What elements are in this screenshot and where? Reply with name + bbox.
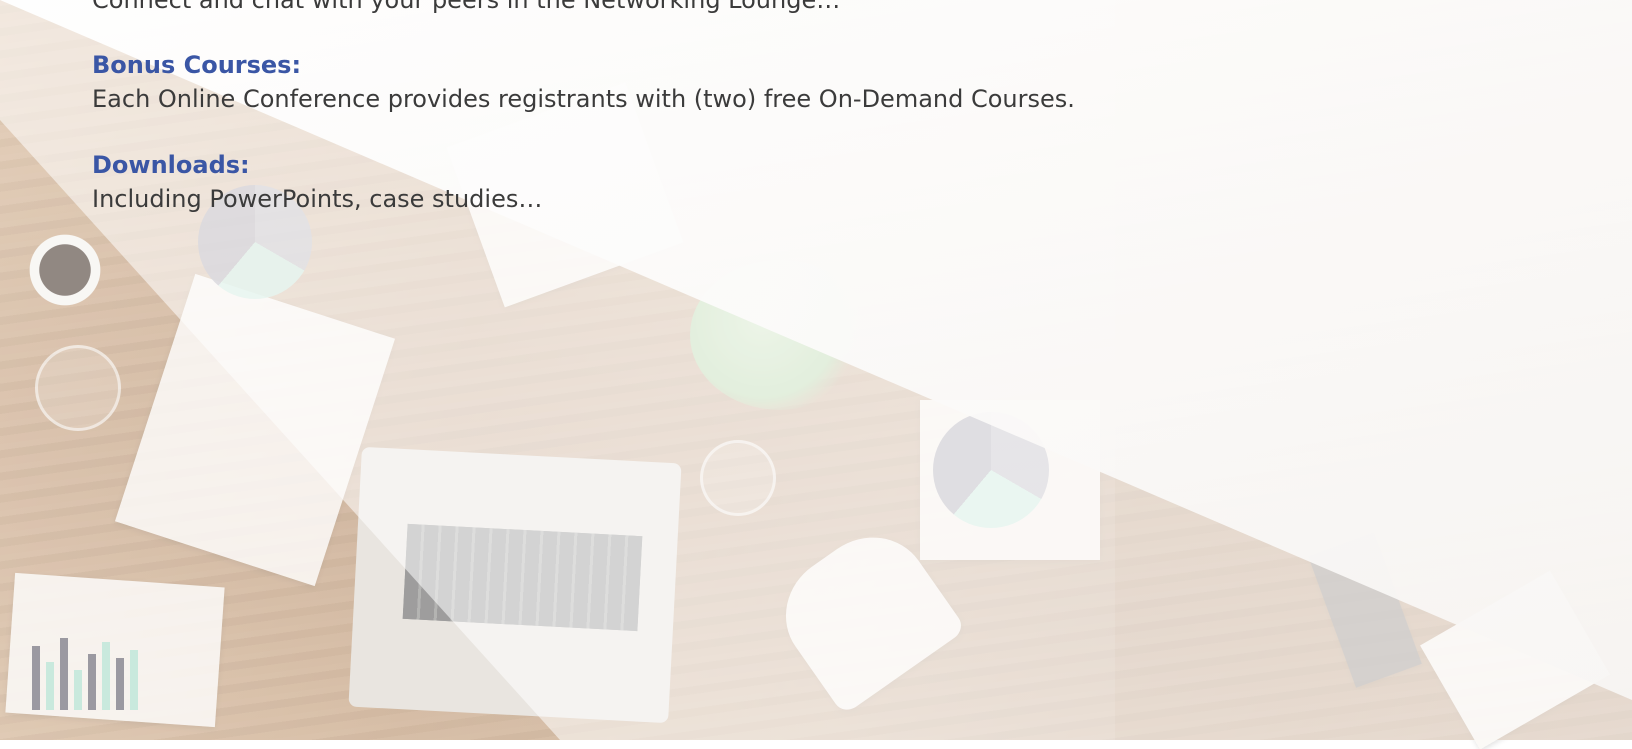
bonus-courses-heading: Bonus Courses: — [92, 51, 302, 79]
downloads-heading: Downloads: — [92, 151, 250, 179]
intro-text: Connect and chat with your peers in the … — [92, 0, 841, 14]
downloads-text: Including PowerPoints, case studies… — [92, 185, 543, 213]
bonus-courses-text: Each Online Conference provides registra… — [92, 85, 1075, 113]
